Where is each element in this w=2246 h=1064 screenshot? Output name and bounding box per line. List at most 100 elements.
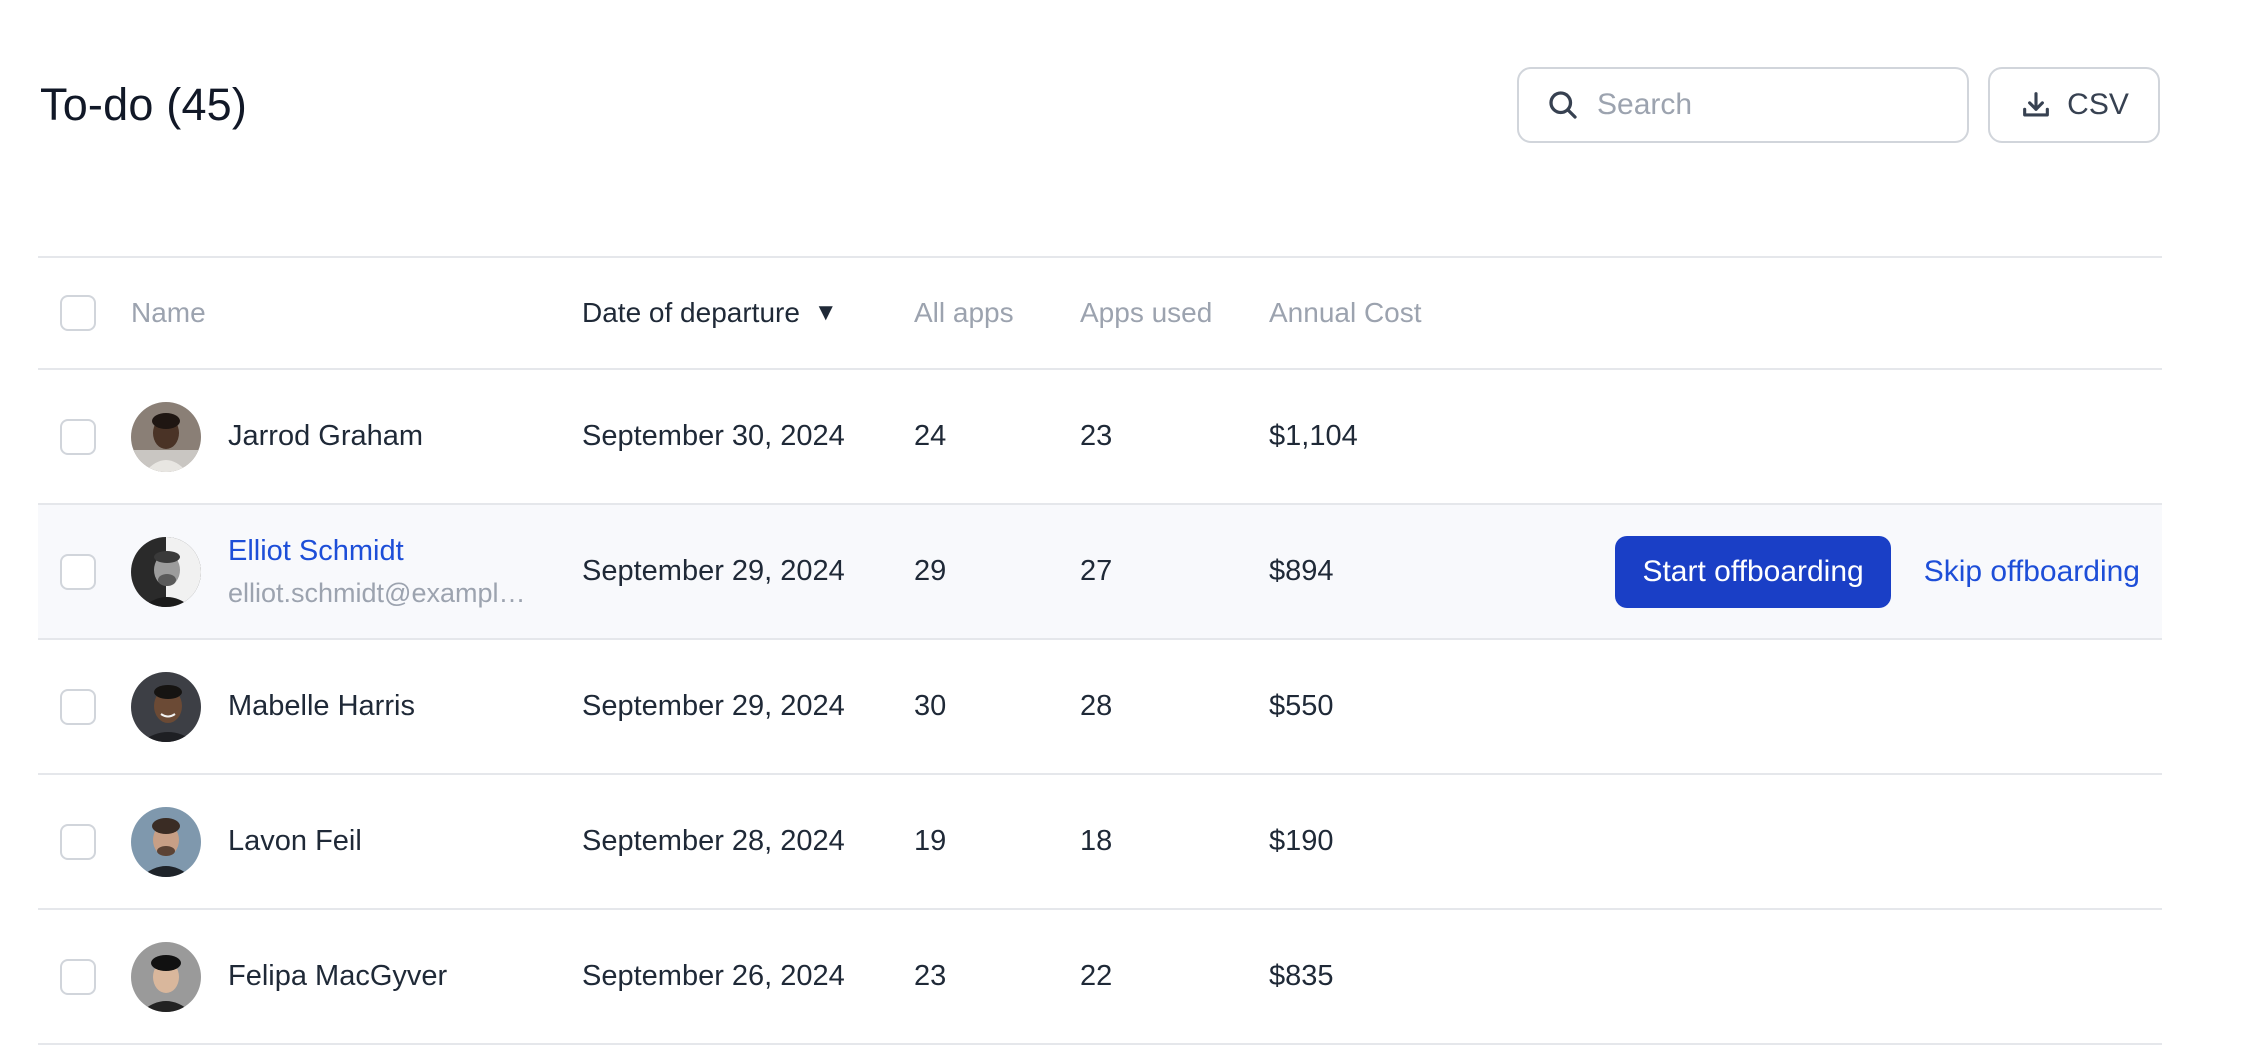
person-cell: Elliot Schmidt elliot.schmidt@example.co… [131,505,540,638]
table-row[interactable]: Felipa MacGyver September 26, 2024 23 22… [38,910,2162,1045]
departure-date: September 29, 2024 [582,555,845,587]
departure-date: September 28, 2024 [582,825,845,857]
column-header-annual-cost[interactable]: Annual Cost [1269,258,1422,368]
all-apps-count: 24 [914,420,947,452]
csv-label: CSV [2067,88,2129,121]
search-box[interactable] [1517,67,1969,143]
avatar [131,806,201,877]
all-apps-cell: 24 [914,370,946,503]
all-apps-count: 19 [914,825,947,857]
page-title: To-do (45) [40,79,248,130]
all-apps-cell: 30 [914,640,946,773]
table-row[interactable]: Jarrod Graham September 30, 2024 24 23 $… [38,370,2162,505]
departure-date-cell: September 30, 2024 [582,370,845,503]
avatar [131,671,201,742]
person-name: Felipa MacGyver [228,960,448,992]
all-apps-cell: 23 [914,910,946,1043]
row-checkbox[interactable] [60,688,96,725]
departure-date: September 30, 2024 [582,420,845,452]
avatar [131,401,201,472]
annual-cost: $835 [1269,960,1334,992]
column-header-all-apps[interactable]: All apps [914,258,1014,368]
apps-used-count: 27 [1080,555,1113,587]
departure-date-cell: September 29, 2024 [582,640,845,773]
avatar [131,941,201,1012]
table-row[interactable]: Elliot Schmidt elliot.schmidt@example.co… [38,505,2162,640]
person-name: Mabelle Harris [228,690,415,722]
row-select-cell [60,370,96,503]
select-all-checkbox[interactable] [60,295,96,331]
all-apps-count: 30 [914,690,947,722]
annual-cost-cell: $1,104 [1269,370,1358,503]
row-select-cell [60,640,96,773]
select-all-cell [60,258,96,368]
skip-offboarding-button[interactable]: Skip offboarding [1924,555,2140,589]
column-header-name[interactable]: Name [131,258,206,368]
apps-used-cell: 27 [1080,505,1112,638]
annual-cost-cell: $550 [1269,640,1334,773]
row-checkbox[interactable] [60,958,96,995]
person-cell: Lavon Feil [131,775,362,908]
apps-used-count: 28 [1080,690,1113,722]
departure-date-cell: September 28, 2024 [582,775,845,908]
annual-cost-cell: $835 [1269,910,1334,1043]
table-header-row: Name Date of departure ▼ All apps Apps u… [38,258,2162,370]
person-name: Lavon Feil [228,825,362,857]
offboarding-table: Name Date of departure ▼ All apps Apps u… [38,256,2162,1045]
person-cell: Jarrod Graham [131,370,423,503]
sort-descending-icon: ▼ [813,299,838,326]
page: To-do (45) C [0,0,2246,1064]
departure-date: September 26, 2024 [582,960,845,992]
apps-used-cell: 22 [1080,910,1112,1043]
search-input[interactable] [1597,88,1937,122]
table-row[interactable]: Mabelle Harris September 29, 2024 30 28 … [38,640,2162,775]
all-apps-count: 23 [914,960,947,992]
departure-date-cell: September 26, 2024 [582,910,845,1043]
departure-date-cell: September 29, 2024 [582,505,845,638]
download-icon [2019,88,2053,122]
column-header-apps-used[interactable]: Apps used [1080,258,1212,368]
person-info: Mabelle Harris [228,690,415,723]
annual-cost: $190 [1269,825,1334,857]
person-info: Felipa MacGyver [228,960,447,993]
departure-date: September 29, 2024 [582,690,845,722]
column-header-date[interactable]: Date of departure ▼ [582,258,838,368]
apps-used-count: 23 [1080,420,1113,452]
apps-used-cell: 28 [1080,640,1112,773]
column-header-date-label: Date of departure ▼ [582,297,838,329]
person-cell: Felipa MacGyver [131,910,447,1043]
avatar [131,536,201,607]
annual-cost-cell: $190 [1269,775,1334,908]
column-header-apps-used-label: Apps used [1080,297,1213,328]
all-apps-cell: 19 [914,775,946,908]
column-header-annual-cost-label: Annual Cost [1269,297,1422,328]
apps-used-count: 18 [1080,825,1113,857]
person-name-link[interactable]: Elliot Schmidt [228,535,540,568]
column-header-date-text: Date of departure [582,297,800,328]
row-checkbox[interactable] [60,553,96,590]
search-icon [1545,87,1581,123]
header-actions: CSV [1517,67,2160,143]
annual-cost: $1,104 [1269,420,1358,452]
person-email: elliot.schmidt@example.com [228,577,540,608]
person-info: Elliot Schmidt elliot.schmidt@example.co… [228,535,540,609]
row-checkbox[interactable] [60,418,96,455]
csv-export-button[interactable]: CSV [1988,67,2160,143]
apps-used-cell: 23 [1080,370,1112,503]
annual-cost: $894 [1269,555,1334,587]
all-apps-count: 29 [914,555,947,587]
person-name: Jarrod Graham [228,420,424,452]
column-header-name-label: Name [131,297,206,328]
person-info: Jarrod Graham [228,420,423,453]
start-offboarding-button[interactable]: Start offboarding [1615,535,1891,608]
row-select-cell [60,775,96,908]
annual-cost: $550 [1269,690,1334,722]
table-row[interactable]: Lavon Feil September 28, 2024 19 18 $190 [38,775,2162,910]
all-apps-cell: 29 [914,505,946,638]
column-header-all-apps-label: All apps [914,297,1014,328]
row-actions: Start offboarding Skip offboarding [1615,505,2140,638]
apps-used-cell: 18 [1080,775,1112,908]
apps-used-count: 22 [1080,960,1113,992]
annual-cost-cell: $894 [1269,505,1334,638]
row-checkbox[interactable] [60,823,96,860]
